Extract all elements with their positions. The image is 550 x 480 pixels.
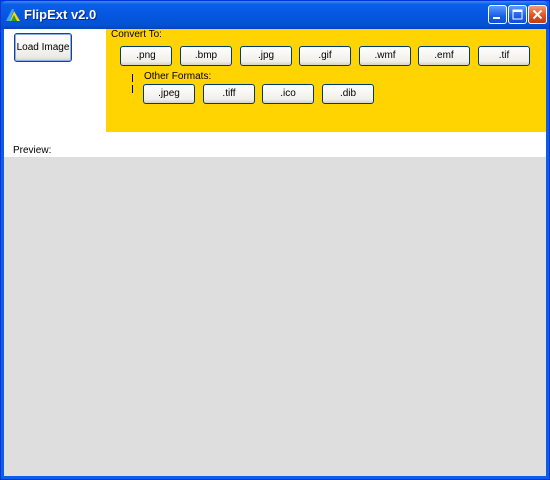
convert-to-label: Convert To: — [111, 29, 162, 40]
convert-bmp-button[interactable]: .bmp — [180, 46, 232, 66]
app-logo-icon — [6, 9, 20, 21]
client-area: Load Image Convert To: .png .bmp .jpg .g… — [4, 29, 546, 476]
convert-jpg-button[interactable]: .jpg — [240, 46, 292, 66]
load-image-button[interactable]: Load Image — [14, 33, 72, 62]
preview-area — [4, 157, 546, 476]
maximize-icon — [512, 9, 523, 20]
convert-dib-button[interactable]: .dib — [322, 84, 374, 104]
convert-emf-button[interactable]: .emf — [418, 46, 470, 66]
convert-wmf-button[interactable]: .wmf — [359, 46, 411, 66]
title-bar[interactable]: FlipExt v2.0 — [1, 1, 549, 29]
minimize-button[interactable] — [488, 5, 507, 24]
window-title: FlipExt v2.0 — [24, 7, 97, 22]
convert-gif-button[interactable]: .gif — [299, 46, 351, 66]
convert-tif-button[interactable]: .tif — [478, 46, 530, 66]
maximize-button[interactable] — [508, 5, 527, 24]
close-icon — [532, 9, 543, 20]
convert-jpeg-button[interactable]: .jpeg — [143, 84, 195, 104]
preview-label: Preview: — [13, 145, 52, 156]
group-separator — [132, 74, 133, 95]
convert-ico-button[interactable]: .ico — [262, 84, 314, 104]
convert-tiff-button[interactable]: .tiff — [203, 84, 255, 104]
app-window: FlipExt v2.0 Load Image Convert To: .png… — [0, 0, 550, 480]
convert-panel: Convert To: .png .bmp .jpg .gif .wmf .em… — [106, 29, 546, 132]
convert-png-button[interactable]: .png — [120, 46, 172, 66]
minimize-icon — [493, 17, 500, 19]
close-button[interactable] — [528, 5, 547, 24]
other-formats-label: Other Formats: — [144, 71, 212, 82]
